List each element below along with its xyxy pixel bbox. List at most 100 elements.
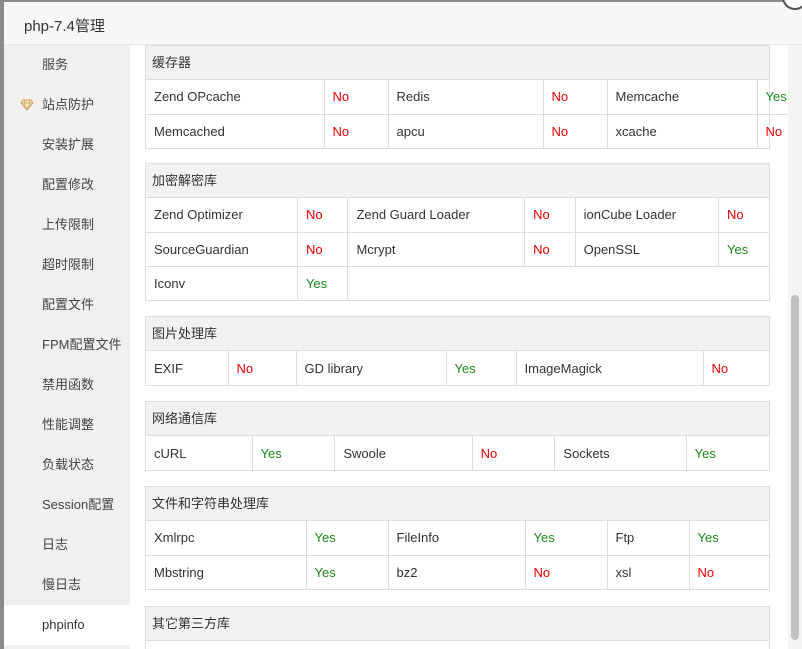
library-status: Yes — [446, 351, 517, 385]
table-row: Xmlrpc Yes FileInfo Yes Ftp Yes — [146, 521, 771, 556]
library-name: cURL — [146, 436, 253, 470]
section-title: 缓存器 — [146, 46, 769, 80]
sidebar-item-label: phpinfo — [42, 617, 85, 632]
section-title: 文件和字符串处理库 — [146, 487, 769, 521]
library-name: Mcrypt — [347, 232, 526, 267]
table-row: EXIF No GD library Yes ImageMagick No — [146, 351, 772, 385]
library-name: FileInfo — [388, 521, 526, 556]
library-name: apcu — [388, 114, 544, 148]
library-status: Yes — [718, 232, 769, 267]
library-name: SourceGuardian — [146, 232, 298, 267]
table-row: Memcached No apcu No xcache No — [146, 114, 792, 148]
sidebar-item-label: 配置文件 — [42, 297, 95, 312]
library-status: No — [543, 80, 608, 115]
table-row: Zend OPcache No Redis No Memcache Yes — [146, 80, 792, 115]
library-name: ionCube Loader — [575, 198, 719, 233]
library-name: Xmlrpc — [146, 521, 307, 556]
library-name: Redis — [388, 80, 544, 115]
sidebar: 服务站点防护安装扩展配置修改上传限制超时限制配置文件 FPM配置文件 禁用函数性能调… — [4, 45, 130, 649]
library-status: No — [228, 351, 297, 385]
dialog-titlebar: php-7.4管理 — [4, 2, 802, 45]
library-status: Yes — [689, 521, 771, 556]
sidebar-item[interactable]: 上传限制 — [4, 205, 130, 245]
table-row: Iconv Yes — [146, 266, 769, 300]
gem-icon — [20, 99, 34, 112]
library-name: Iconv — [146, 266, 298, 300]
library-name: Zend OPcache — [146, 80, 325, 115]
sidebar-item[interactable]: 服务 — [4, 45, 130, 85]
sidebar-item[interactable]: 配置文件 — [4, 285, 130, 325]
library-status: No — [711, 360, 729, 376]
sidebar-item[interactable]: 性能调整 — [4, 405, 130, 445]
library-name: Sockets — [554, 436, 687, 470]
sidebar-item[interactable]: 配置修改 — [4, 165, 130, 205]
sidebar-item-label: FPM配置文件 — [42, 337, 122, 352]
library-name: Swoole — [334, 436, 473, 470]
library-status: No — [324, 80, 389, 115]
sidebar-item[interactable]: 安装扩展 — [4, 125, 130, 165]
sidebar-item-label: 站点防护 — [42, 97, 95, 112]
scrollbar-thumb[interactable] — [791, 295, 799, 640]
library-status: Yes — [306, 555, 389, 589]
library-name: Zend Guard Loader — [347, 198, 526, 233]
php-manager-dialog: php-7.4管理 服务站点防护安装扩展配置修改上传限制超时限制配置文件 FPM配… — [4, 2, 802, 649]
library-name: Memcache — [607, 80, 758, 115]
sidebar-item-label: 禁用函数 — [42, 377, 95, 392]
section-title: 加密解密库 — [146, 164, 769, 198]
content-scrollbar[interactable] — [788, 45, 802, 649]
library-section: 缓存器 Zend OPcache No Redis No Memcache Yes Memca… — [145, 45, 792, 149]
sidebar-item[interactable]: 禁用函数 — [4, 365, 130, 405]
library-name: ImageMagick — [516, 351, 704, 385]
sidebar-item-label: 配置修改 — [42, 177, 95, 192]
library-name: Memcached — [146, 114, 325, 148]
library-status: No — [525, 555, 608, 589]
sidebar-item-label: 超时限制 — [42, 257, 95, 272]
library-status: No — [524, 198, 576, 233]
table-row: cURL Yes Swoole No Sockets Yes — [146, 436, 769, 470]
library-status: No — [765, 123, 783, 139]
library-status: Yes — [297, 266, 349, 300]
library-status: Yes — [757, 80, 792, 115]
library-section: 其它第三方库 — [145, 606, 770, 649]
library-section: 加密解密库 Zend Optimizer No Zend Guard Loader No… — [145, 163, 770, 301]
table-row: Zend Optimizer No Zend Guard Loader No ionCu… — [146, 198, 769, 233]
library-status: Yes — [252, 436, 336, 470]
library-section: 网络通信库 cURL Yes Swoole No Sockets Yes — [145, 401, 770, 471]
sidebar-item[interactable]: phpinfo — [4, 605, 130, 645]
sidebar-item-label: 安装扩展 — [42, 137, 95, 152]
library-status: No — [524, 232, 576, 267]
library-status: Yes — [694, 445, 716, 461]
sidebar-item[interactable]: 超时限制 — [4, 245, 130, 285]
sidebar-item[interactable]: 站点防护 — [4, 85, 130, 125]
sidebar-item[interactable]: 负载状态 — [4, 445, 130, 485]
library-status: No — [543, 114, 608, 148]
library-name: Mbstring — [146, 555, 307, 589]
library-name: Zend Optimizer — [146, 198, 298, 233]
section-body — [146, 641, 769, 649]
library-status: No — [697, 564, 715, 580]
sidebar-item[interactable]: 慢日志 — [4, 565, 130, 605]
library-status: No — [472, 436, 556, 470]
sidebar-item-label: 日志 — [42, 537, 69, 552]
library-section: 文件和字符串处理库 Xmlrpc Yes FileInfo Yes Ftp Yes Mbstr… — [145, 486, 771, 590]
sidebar-item[interactable]: Session配置 — [4, 485, 130, 525]
library-status: No — [297, 232, 349, 267]
sidebar-item[interactable]: 日志 — [4, 525, 130, 565]
library-status: No — [718, 198, 769, 233]
section-title: 图片处理库 — [146, 317, 769, 351]
phpinfo-content: 缓存器 Zend OPcache No Redis No Memcache Yes Memca… — [130, 45, 792, 649]
sidebar-item[interactable]: FPM配置文件 — [4, 325, 130, 365]
library-status: Yes — [525, 521, 608, 556]
empty-cell — [348, 266, 769, 300]
sidebar-item-label: Session配置 — [42, 497, 115, 512]
dialog-title: php-7.4管理 — [24, 18, 105, 35]
sidebar-item-label: 性能调整 — [42, 417, 95, 432]
library-name: xsl — [607, 555, 690, 589]
library-section: 图片处理库 EXIF No GD library Yes ImageMagick No — [145, 316, 770, 386]
table-row: SourceGuardian No Mcrypt No OpenSSL Yes — [146, 232, 769, 267]
section-title: 网络通信库 — [146, 402, 769, 436]
library-name: EXIF — [146, 351, 229, 385]
library-status: Yes — [306, 521, 389, 556]
library-name: Ftp — [607, 521, 690, 556]
library-status: No — [297, 198, 349, 233]
